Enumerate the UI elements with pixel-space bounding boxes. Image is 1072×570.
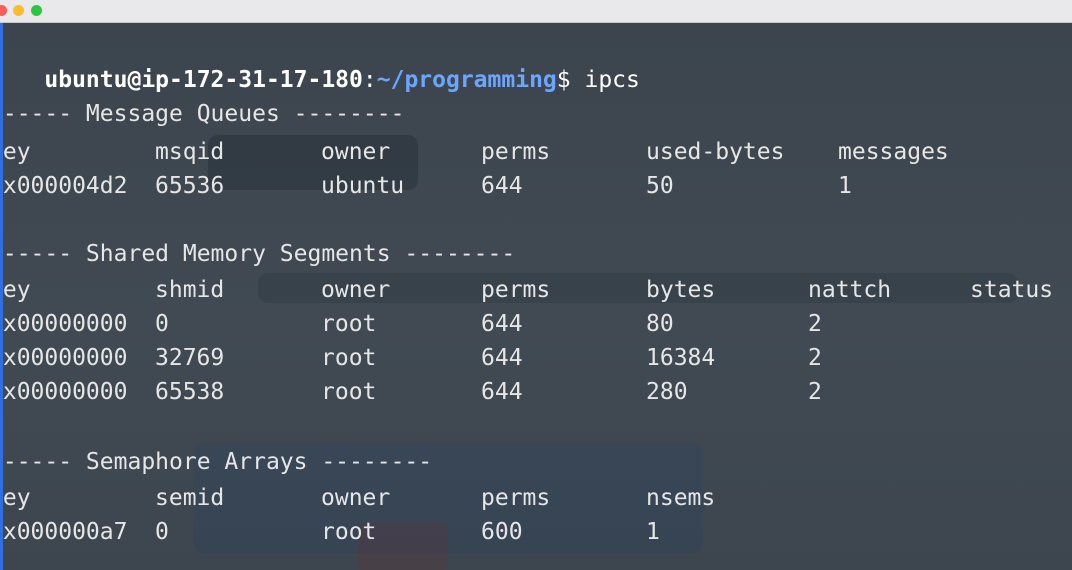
- table-header-row: key shmid owner perms bytes nattch statu…: [2, 273, 1053, 307]
- column-header-key: key: [2, 139, 31, 165]
- prompt-path: ~/programming: [376, 67, 557, 93]
- cell-owner: root: [321, 379, 377, 405]
- column-header-perms: perms: [481, 277, 551, 303]
- column-header-nattch: nattch: [808, 277, 892, 303]
- column-header-key: key: [2, 485, 31, 511]
- table-row: 0x00000000 0 root 644 80 2: [3, 307, 822, 341]
- cell-semid: 0: [155, 519, 169, 545]
- section-title-shared-memory: ------ Shared Memory Segments --------: [0, 241, 516, 267]
- cell-bytes: 16384: [646, 345, 716, 371]
- table-row: 0x00000000 32769 root 644 16384 2: [3, 341, 822, 375]
- column-header-status: status: [970, 277, 1054, 303]
- cell-owner: ubuntu: [321, 173, 405, 199]
- prompt-colon: :: [362, 67, 377, 93]
- column-header-messages: messages: [838, 139, 949, 165]
- cell-nattch: 2: [808, 379, 822, 405]
- cell-used-bytes: 50: [646, 173, 674, 199]
- column-header-semid: semid: [155, 485, 225, 511]
- cell-messages: 1: [838, 173, 852, 199]
- column-header-used-bytes: used-bytes: [646, 139, 785, 165]
- table-row: 0x000004d2 65536 ubuntu 644 50 1: [3, 169, 852, 203]
- cell-owner: root: [321, 311, 377, 337]
- column-header-msqid: msqid: [155, 139, 225, 165]
- cell-key: 0x00000000: [0, 379, 128, 405]
- column-header-owner: owner: [321, 139, 391, 165]
- cell-msqid: 65536: [155, 173, 225, 199]
- cell-perms: 644: [481, 345, 523, 371]
- cell-owner: root: [321, 519, 377, 545]
- cell-perms: 600: [481, 519, 523, 545]
- column-header-key: key: [2, 277, 31, 303]
- cell-key: 0x000004d2: [0, 173, 128, 199]
- table-header-row: key semid owner perms nsems: [2, 481, 715, 515]
- minimize-window-button[interactable]: [13, 5, 24, 16]
- prompt-user-host: ubuntu@ip-172-31-17-180: [44, 67, 363, 93]
- column-header-owner: owner: [321, 485, 391, 511]
- prompt-line: ubuntu@ip-172-31-17-180:~/programming$ i…: [3, 29, 639, 93]
- table-header-row: key msqid owner perms used-bytes message…: [2, 135, 949, 169]
- cell-bytes: 80: [646, 311, 674, 337]
- column-header-owner: owner: [321, 277, 391, 303]
- cell-key: 0x000000a7: [0, 519, 128, 545]
- cell-perms: 644: [481, 311, 523, 337]
- column-header-nsems: nsems: [646, 485, 716, 511]
- cell-owner: root: [321, 345, 377, 371]
- cell-key: 0x00000000: [0, 345, 128, 371]
- table-row: 0x00000000 65538 root 644 280 2: [3, 375, 822, 409]
- cell-perms: 644: [481, 173, 523, 199]
- cell-key: 0x00000000: [0, 311, 128, 337]
- column-header-perms: perms: [481, 485, 551, 511]
- cell-nattch: 2: [808, 311, 822, 337]
- terminal-window[interactable]: ubuntu@ip-172-31-17-180:~/programming$ i…: [0, 23, 1072, 570]
- column-header-shmid: shmid: [155, 277, 225, 303]
- cell-nattch: 2: [808, 345, 822, 371]
- column-header-bytes: bytes: [646, 277, 716, 303]
- cell-shmid: 65538: [155, 379, 225, 405]
- section-title-semaphore-arrays: ------ Semaphore Arrays --------: [0, 449, 433, 475]
- cell-bytes: 280: [646, 379, 688, 405]
- maximize-window-button[interactable]: [31, 5, 42, 16]
- section-title-message-queues: ------ Message Queues --------: [0, 101, 405, 127]
- terminal-titlebar: [0, 0, 1072, 23]
- cell-shmid: 32769: [155, 345, 225, 371]
- table-row: 0x000000a7 0 root 600 1: [3, 515, 660, 549]
- command-text: ipcs: [584, 67, 640, 93]
- cell-nsems: 1: [646, 519, 660, 545]
- close-window-button[interactable]: [0, 5, 7, 16]
- cell-shmid: 0: [155, 311, 169, 337]
- cell-perms: 644: [481, 379, 523, 405]
- prompt-symbol: $: [556, 67, 571, 93]
- column-header-perms: perms: [481, 139, 551, 165]
